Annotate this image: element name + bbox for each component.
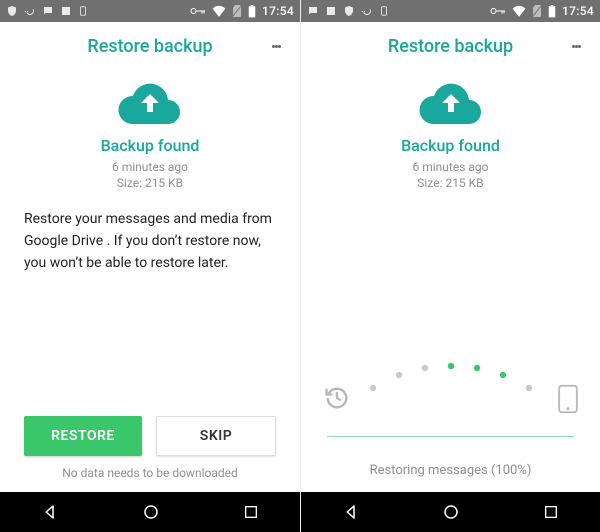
progress-text: Restoring messages (100%) <box>370 463 532 478</box>
progress-arc <box>327 358 575 418</box>
page-title: Restore backup <box>388 36 513 57</box>
device-icon <box>379 5 389 17</box>
refresh-icon <box>24 5 36 17</box>
wifi-icon <box>212 5 226 17</box>
battery-icon <box>548 5 556 18</box>
clock: 17:54 <box>262 4 294 18</box>
wifi-icon <box>512 5 526 17</box>
progress-underline <box>327 436 574 437</box>
image-icon <box>325 5 337 17</box>
no-sim-icon <box>532 5 542 17</box>
shield-icon <box>343 5 355 17</box>
backup-size: Size: 215 KB <box>112 175 188 191</box>
key-icon <box>190 6 206 16</box>
chat-icon <box>42 5 54 17</box>
shield-icon <box>6 5 18 17</box>
status-bar: 17:54 <box>301 0 600 22</box>
download-footnote: No data needs to be downloaded <box>0 466 300 480</box>
backup-age: 6 minutes ago <box>413 159 489 175</box>
phone-icon <box>557 384 579 418</box>
image-icon <box>60 5 72 17</box>
restore-button[interactable]: RESTORE <box>24 416 142 456</box>
backup-meta: 6 minutes ago Size: 215 KB <box>413 159 489 191</box>
more-options-button[interactable] <box>258 22 294 70</box>
backup-size: Size: 215 KB <box>413 175 489 191</box>
nav-bar <box>301 492 600 532</box>
progress-area: Restoring messages (100%) <box>301 358 600 492</box>
backup-summary: Backup found 6 minutes ago Size: 215 KB <box>301 70 600 191</box>
screen-restore-prompt: 17:54 Restore backup Backup found 6 minu… <box>0 0 300 532</box>
nav-recent-icon[interactable] <box>543 504 559 520</box>
backup-found-label: Backup found <box>101 136 200 155</box>
header: Restore backup <box>0 22 300 70</box>
cloud-upload-icon <box>419 80 483 126</box>
backup-found-label: Backup found <box>401 136 500 155</box>
refresh-icon <box>361 5 373 17</box>
header: Restore backup <box>301 22 600 70</box>
skip-button[interactable]: SKIP <box>156 416 276 456</box>
cloud-upload-icon <box>118 80 182 126</box>
battery-icon <box>248 5 256 18</box>
more-options-button[interactable] <box>558 22 594 70</box>
device-icon <box>78 5 88 17</box>
status-bar: 17:54 <box>0 0 300 22</box>
clock: 17:54 <box>562 4 594 18</box>
nav-bar <box>0 492 300 532</box>
nav-back-icon[interactable] <box>41 503 59 521</box>
backup-age: 6 minutes ago <box>112 159 188 175</box>
nav-back-icon[interactable] <box>342 503 360 521</box>
nav-recent-icon[interactable] <box>243 504 259 520</box>
nav-home-icon[interactable] <box>442 503 460 521</box>
nav-home-icon[interactable] <box>142 503 160 521</box>
key-icon <box>490 6 506 16</box>
chat-icon <box>307 5 319 17</box>
backup-summary: Backup found 6 minutes ago Size: 215 KB <box>0 70 300 191</box>
page-title: Restore backup <box>87 36 212 57</box>
restore-explanation: Restore your messages and media from Goo… <box>0 191 300 274</box>
backup-meta: 6 minutes ago Size: 215 KB <box>112 159 188 191</box>
history-icon <box>323 384 351 416</box>
screen-restore-progress: 17:54 Restore backup Backup found 6 minu… <box>300 0 600 532</box>
no-sim-icon <box>232 5 242 17</box>
